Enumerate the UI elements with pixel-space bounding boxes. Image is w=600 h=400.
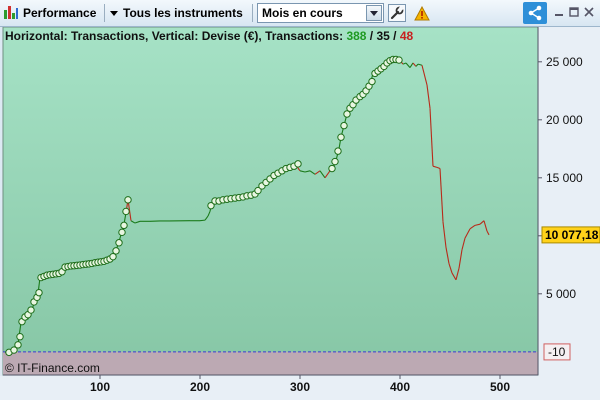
header-text: Horizontal: Transactions, Vertical: Devi… bbox=[5, 29, 347, 43]
y-tick-label: 20 000 bbox=[546, 113, 583, 127]
performance-label: Performance bbox=[23, 6, 97, 20]
y-tick-label: 5 000 bbox=[546, 287, 576, 301]
transaction-marker bbox=[35, 288, 43, 297]
header-separator: / bbox=[389, 29, 400, 43]
period-selected-value: Mois en cours bbox=[262, 6, 343, 20]
share-icon bbox=[528, 5, 542, 21]
total-trades-count: 388 bbox=[346, 29, 367, 43]
transaction-marker bbox=[340, 121, 348, 130]
transaction-marker bbox=[115, 239, 123, 247]
header-separator: / bbox=[366, 29, 377, 43]
transaction-marker bbox=[328, 164, 336, 173]
transaction-marker bbox=[337, 133, 345, 141]
y-tick-label: 15 000 bbox=[546, 171, 583, 185]
x-tick-label: 200 bbox=[190, 380, 210, 394]
x-tick-label: 500 bbox=[490, 380, 510, 394]
toolbar-separator bbox=[252, 4, 253, 22]
transaction-marker bbox=[124, 196, 132, 204]
transaction-marker bbox=[120, 221, 128, 230]
transaction-marker bbox=[27, 306, 35, 314]
instruments-label: Tous les instruments bbox=[123, 6, 243, 20]
share-button[interactable] bbox=[523, 2, 547, 24]
plot-background bbox=[2, 27, 539, 376]
toolbar-separator bbox=[104, 4, 105, 22]
neutral-trades-count: 35 bbox=[376, 29, 390, 43]
transaction-marker bbox=[16, 333, 24, 341]
transaction-marker bbox=[14, 341, 22, 349]
equity-gain-segment bbox=[199, 219, 206, 222]
copyright-watermark: © IT-Finance.com bbox=[5, 361, 100, 375]
transaction-marker bbox=[294, 160, 302, 168]
performance-chart: 5 00010 00015 00020 00025 000 1002003004… bbox=[0, 27, 600, 400]
transaction-marker bbox=[331, 157, 339, 166]
settings-button[interactable] bbox=[388, 4, 406, 22]
instruments-dropdown[interactable]: Tous les instruments bbox=[110, 3, 243, 23]
x-tick-label: 300 bbox=[290, 380, 310, 394]
close-icon[interactable] bbox=[583, 6, 595, 18]
transaction-marker bbox=[122, 207, 130, 216]
performance-button[interactable]: Performance bbox=[4, 3, 96, 23]
chevron-down-icon bbox=[110, 10, 118, 16]
x-tick-label: 400 bbox=[390, 380, 410, 394]
chart-header: Horizontal: Transactions, Vertical: Devi… bbox=[5, 29, 413, 43]
transaction-marker bbox=[334, 147, 342, 155]
y-tick-label: 25 000 bbox=[546, 55, 583, 69]
maximize-icon[interactable] bbox=[568, 6, 580, 18]
x-tick-label: 100 bbox=[90, 380, 110, 394]
minimize-icon[interactable] bbox=[553, 6, 565, 18]
zero-value-label: -10 bbox=[548, 345, 566, 359]
period-select[interactable]: Mois en cours bbox=[257, 3, 384, 23]
last-value-label: 10 077,18 bbox=[545, 228, 599, 242]
transaction-marker bbox=[368, 77, 376, 86]
warning-icon bbox=[414, 5, 430, 20]
toolbar: Performance Tous les instruments Mois en… bbox=[0, 0, 600, 27]
transaction-marker bbox=[395, 56, 403, 64]
warning-button[interactable] bbox=[413, 4, 431, 22]
bar-chart-icon bbox=[4, 6, 18, 20]
transaction-marker bbox=[112, 247, 120, 255]
chevron-down-icon[interactable] bbox=[366, 5, 382, 21]
transaction-marker bbox=[118, 228, 126, 237]
wrench-icon bbox=[390, 6, 404, 20]
losing-trades-count: 48 bbox=[399, 29, 414, 43]
